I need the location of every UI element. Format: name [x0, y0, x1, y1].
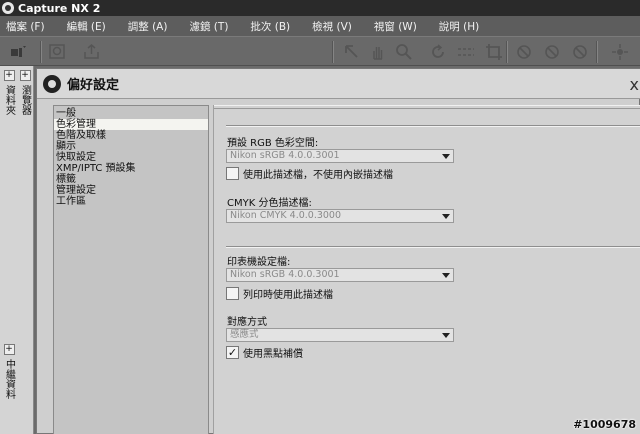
nav-item-display[interactable]: 顯示 [54, 141, 208, 152]
printer-profile-select[interactable]: Nikon sRGB 4.0.0.3001 [226, 268, 454, 282]
metadata-expand-toggle[interactable]: + [3, 344, 15, 355]
section-divider [226, 125, 640, 127]
menu-filter[interactable]: 濾鏡 (T) [189, 19, 228, 34]
black-point-compensation-checkbox[interactable]: ✓ [226, 345, 239, 359]
preferences-dialog: 偏好設定 x 一般 色彩管理 色階及取樣 顯示 快取設定 XMP/IPTC 預設… [36, 68, 640, 434]
toolbar-separator [506, 41, 508, 63]
nav-item-levels-sampling[interactable]: 色階及取樣 [54, 130, 208, 141]
menu-help[interactable]: 說明 (H) [439, 19, 479, 34]
section-divider [226, 246, 640, 248]
preferences-category-list: 一般 色彩管理 色階及取樣 顯示 快取設定 XMP/IPTC 預設集 標籤 管理… [53, 105, 209, 434]
menu-view[interactable]: 檢視 (V) [312, 19, 352, 34]
red-eye-icon[interactable] [514, 42, 534, 62]
cmyk-value: Nikon CMYK 4.0.0.3000 [230, 210, 342, 221]
print-use-profile-label: 列印時使用此描述檔 [243, 289, 333, 301]
chevron-down-icon [442, 154, 450, 159]
menu-adjust[interactable]: 調整 (A) [128, 19, 168, 34]
printer-profile-label: 印表機設定檔: [227, 257, 291, 268]
menu-edit[interactable]: 編輯 (E) [67, 19, 106, 34]
rendering-intent-select[interactable]: 感應式 [226, 328, 454, 342]
folders-panel-tab[interactable]: + 資料夾 [1, 70, 17, 115]
toolbar-separator [332, 41, 334, 63]
browser-tab-label: 瀏覽器 [19, 85, 31, 115]
default-rgb-value: Nikon sRGB 4.0.0.3001 [230, 150, 340, 161]
app-title: Capture NX 2 [18, 1, 101, 15]
export-icon[interactable] [82, 42, 102, 62]
control-point-icon[interactable] [570, 42, 590, 62]
cmyk-select[interactable]: Nikon CMYK 4.0.0.3000 [226, 209, 454, 223]
dialog-title: 偏好設定 [67, 78, 120, 93]
hand-icon[interactable] [368, 42, 388, 62]
watermark-text: #1009678 [573, 418, 636, 431]
dialog-header: 偏好設定 x [37, 69, 640, 99]
default-rgb-select[interactable]: Nikon sRGB 4.0.0.3001 [226, 149, 454, 163]
select-arrow-icon[interactable] [342, 42, 362, 62]
rendering-intent-label: 對應方式 [227, 317, 267, 328]
app-logo-icon [2, 2, 14, 14]
toolbar [0, 36, 640, 66]
title-bar: Capture NX 2 [0, 0, 640, 16]
menu-bar: 檔案 (F) 編輯 (E) 調整 (A) 濾鏡 (T) 批次 (B) 檢視 (V… [0, 16, 640, 36]
black-point-compensation-option[interactable]: ✓ 使用黑點補償 [226, 345, 303, 360]
print-use-profile-option[interactable]: 列印時使用此描述檔 [226, 286, 333, 301]
cmyk-label: CMYK 分色描述檔: [227, 198, 312, 209]
nikon-logo-icon [43, 74, 61, 93]
color-point-icon[interactable] [542, 42, 562, 62]
left-dock-strip: + 資料夾 + 瀏覽器 + 中繼資料 [0, 66, 34, 434]
browser-panel-tab[interactable]: + 瀏覽器 [17, 70, 33, 115]
menu-window[interactable]: 視窗 (W) [374, 19, 417, 34]
selection-brush-icon[interactable] [610, 42, 630, 62]
nav-item-xmp-iptc[interactable]: XMP/IPTC 預設集 [54, 163, 208, 174]
use-profile-checkbox[interactable] [226, 166, 239, 180]
toolbar-separator [596, 41, 598, 63]
use-profile-label: 使用此描述檔，不使用內嵌描述檔 [243, 169, 393, 181]
nav-item-labels[interactable]: 標籤 [54, 174, 208, 185]
nav-item-cache[interactable]: 快取設定 [54, 152, 208, 163]
printer-profile-value: Nikon sRGB 4.0.0.3001 [230, 269, 340, 280]
nav-item-workspaces[interactable]: 工作區 [54, 196, 208, 207]
straighten-icon[interactable] [456, 42, 476, 62]
metadata-panel-tab[interactable]: + 中繼資料 [1, 344, 17, 399]
browser-expand-toggle[interactable]: + [19, 70, 31, 81]
layout-icon[interactable] [8, 42, 28, 62]
chevron-down-icon [442, 273, 450, 278]
use-profile-option[interactable]: 使用此描述檔，不使用內嵌描述檔 [226, 166, 393, 181]
chevron-down-icon [442, 214, 450, 219]
folders-expand-toggle[interactable]: + [3, 70, 15, 81]
rendering-intent-value: 感應式 [230, 329, 259, 340]
nav-item-color-management[interactable]: 色彩管理 [54, 119, 208, 130]
print-use-profile-checkbox[interactable] [226, 286, 239, 300]
black-point-compensation-label: 使用黑點補償 [243, 348, 303, 360]
menu-file[interactable]: 檔案 (F) [6, 19, 45, 34]
chevron-down-icon [442, 333, 450, 338]
color-management-panel: 預設 RGB 色彩空間: Nikon sRGB 4.0.0.3001 使用此描述… [213, 105, 640, 434]
close-icon[interactable]: x [630, 75, 639, 94]
menu-batch[interactable]: 批次 (B) [250, 19, 290, 34]
metadata-tab-label: 中繼資料 [3, 359, 15, 399]
toolbar-separator [40, 41, 42, 63]
crop-icon[interactable] [484, 42, 504, 62]
rotate-icon[interactable] [428, 42, 448, 62]
panel-divider [214, 105, 640, 109]
nav-item-manage-settings[interactable]: 管理設定 [54, 185, 208, 196]
folders-tab-label: 資料夾 [3, 85, 15, 115]
nav-item-general[interactable]: 一般 [54, 108, 208, 119]
zoom-tool-icon[interactable] [48, 42, 68, 62]
zoom-icon[interactable] [394, 42, 414, 62]
default-rgb-label: 預設 RGB 色彩空間: [227, 138, 319, 149]
